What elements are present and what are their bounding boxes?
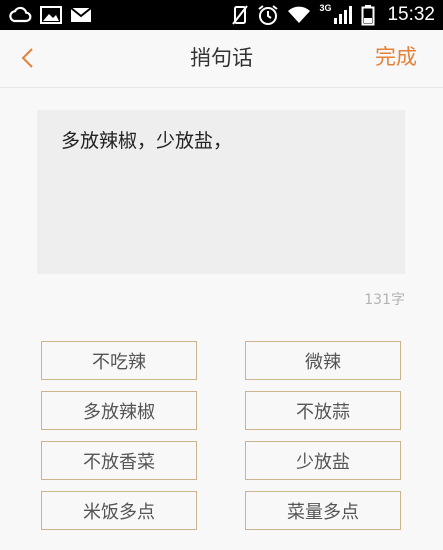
status-time: 15:32	[387, 4, 435, 25]
tag-mild-spicy[interactable]: 微辣	[245, 341, 401, 380]
network-type: 3G	[319, 3, 332, 13]
note-input[interactable]: 多放辣椒，少放盐，	[37, 110, 405, 274]
vibrate-off-icon	[231, 4, 249, 26]
signal-icon	[333, 5, 353, 25]
cloud-icon	[8, 5, 32, 25]
tag-more-chili[interactable]: 多放辣椒	[41, 391, 197, 430]
tag-less-salt[interactable]: 少放盐	[245, 441, 401, 480]
tag-more-dish[interactable]: 菜量多点	[245, 491, 401, 530]
battery-icon	[361, 4, 375, 26]
tag-no-cilantro[interactable]: 不放香菜	[41, 441, 197, 480]
tag-more-rice[interactable]: 米饭多点	[41, 491, 197, 530]
alarm-icon	[257, 4, 279, 26]
image-icon	[40, 5, 62, 25]
done-button[interactable]: 完成	[375, 43, 417, 71]
tag-no-spicy[interactable]: 不吃辣	[41, 341, 197, 380]
char-count: 131字	[364, 292, 405, 308]
status-bar: 3G 15:32	[0, 0, 443, 30]
tag-no-garlic[interactable]: 不放蒜	[245, 391, 401, 430]
header-bar: 捎句话 完成	[0, 30, 443, 88]
mail-icon	[70, 5, 92, 25]
wifi-icon	[287, 5, 311, 25]
